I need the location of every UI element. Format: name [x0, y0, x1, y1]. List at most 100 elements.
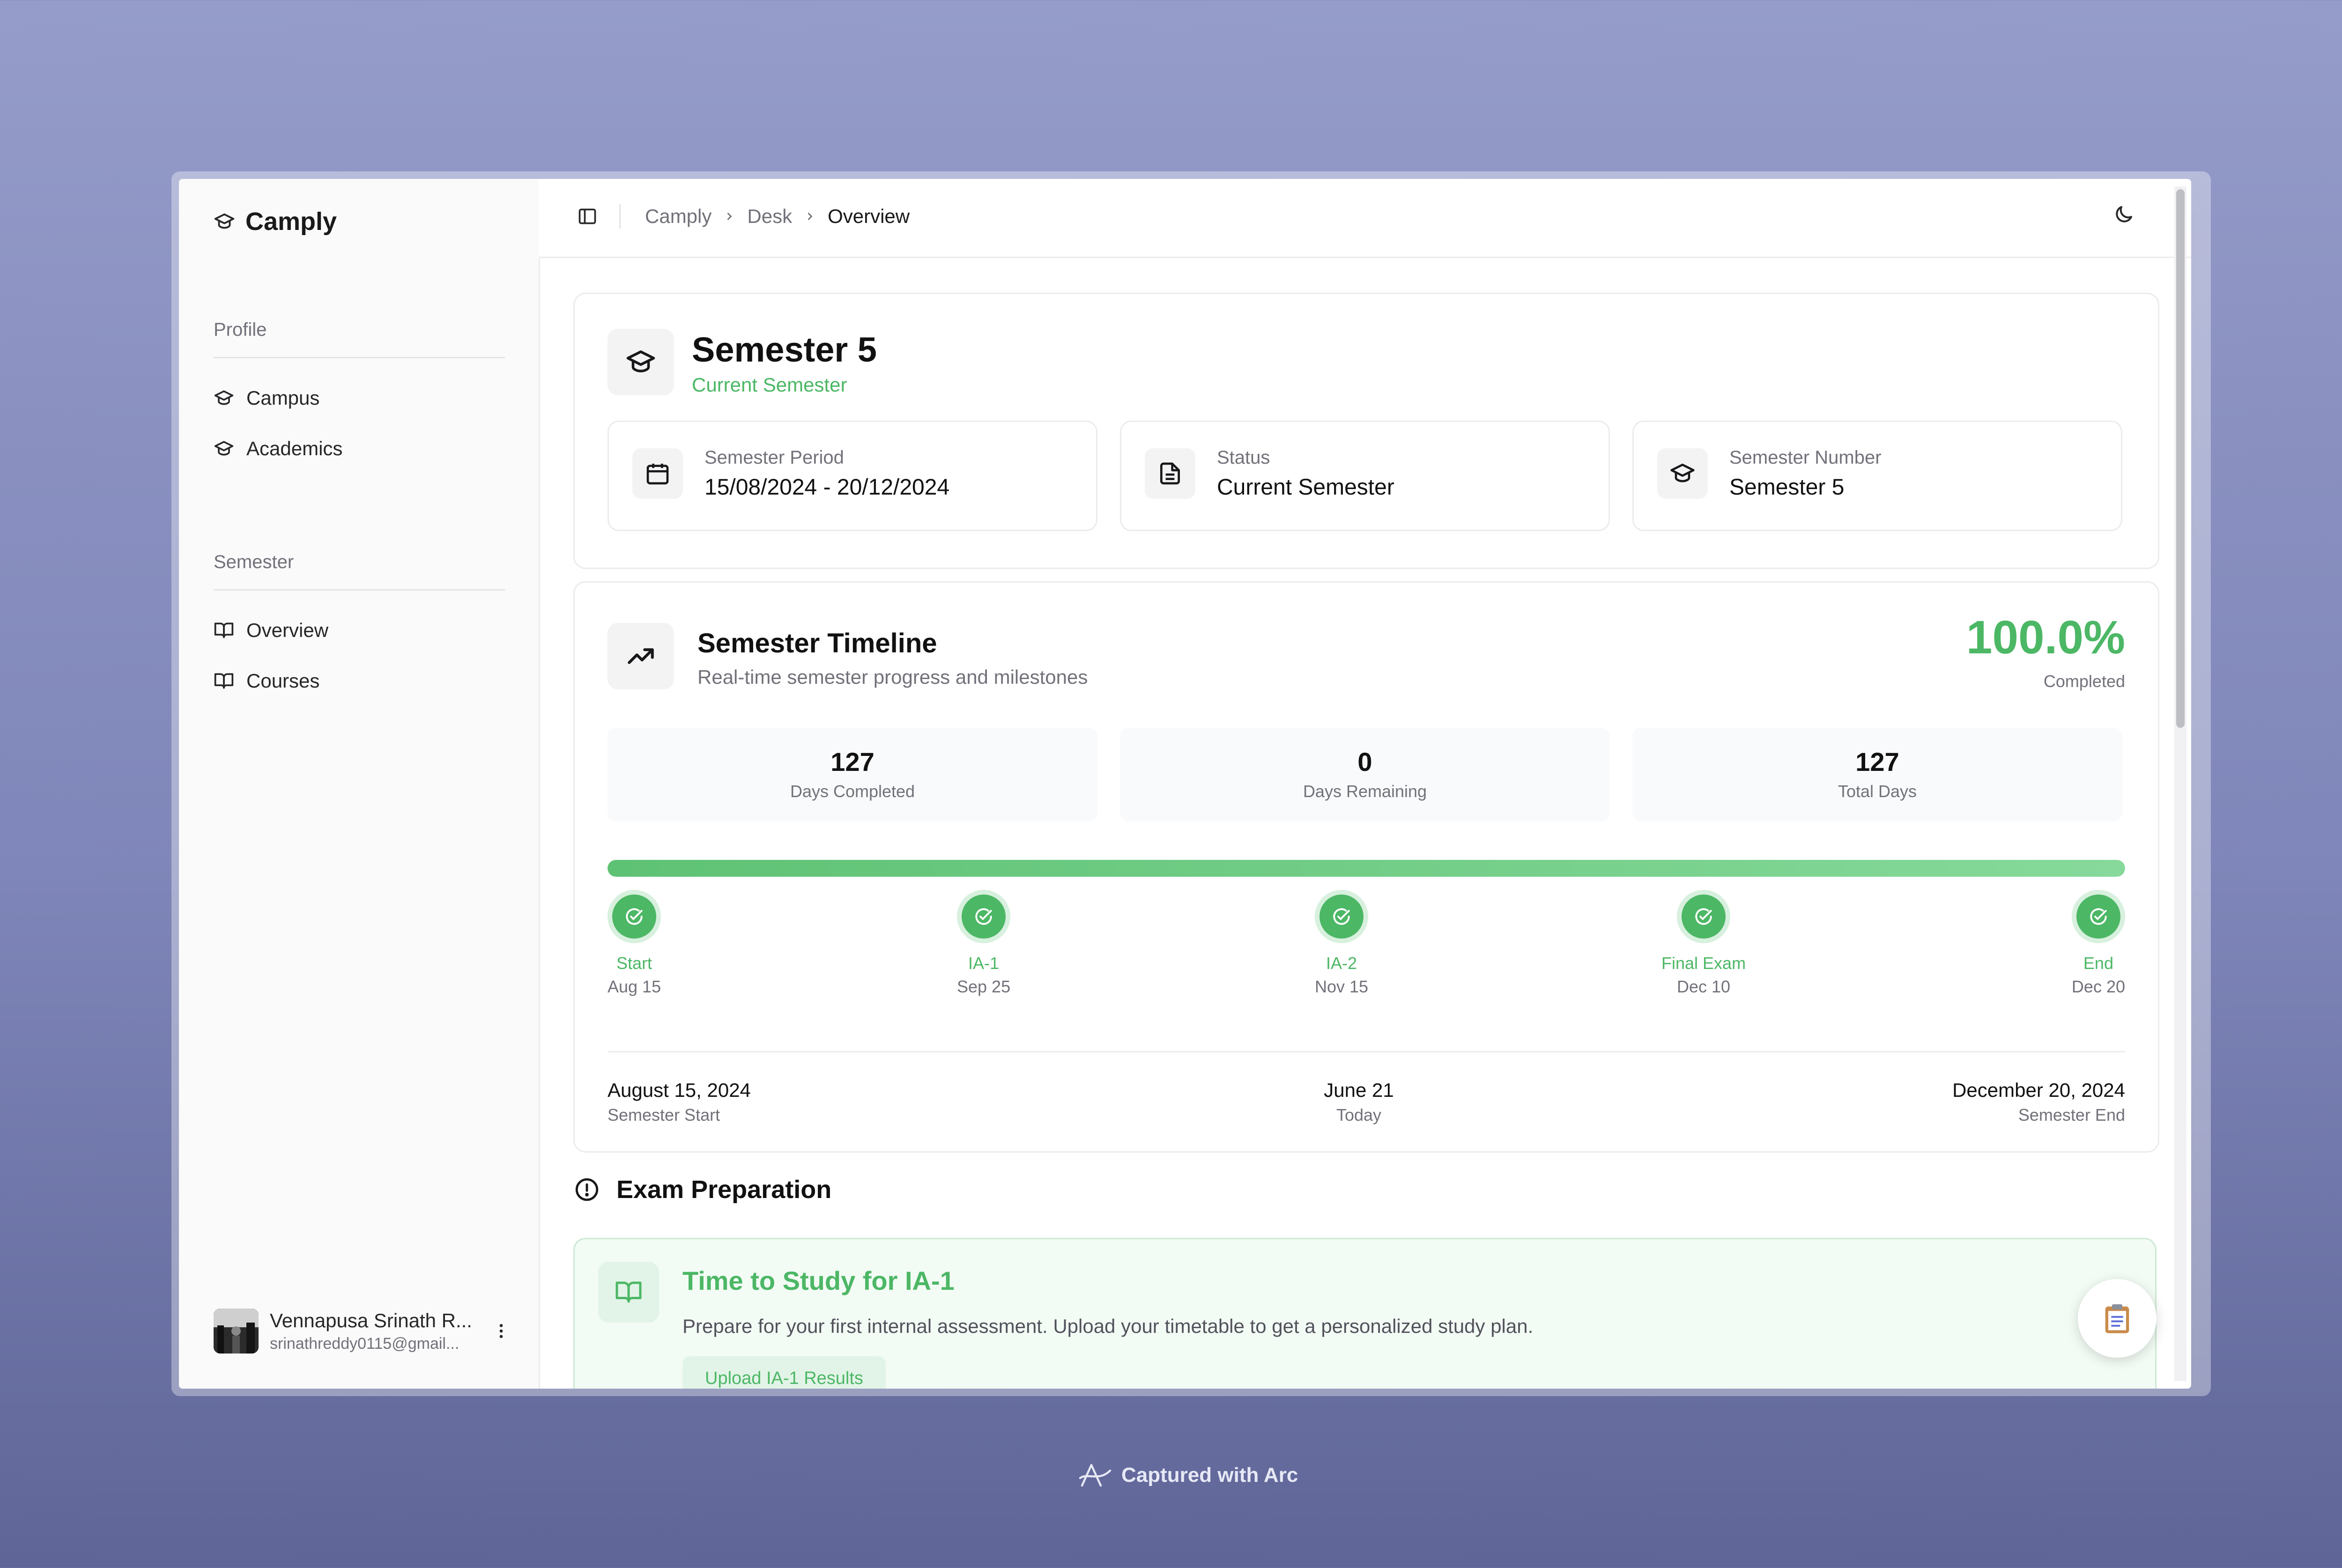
chevron-right-icon [803, 210, 816, 223]
section-label-semester: Semester [214, 552, 294, 572]
exam-preparation-title: Exam Preparation [616, 1176, 832, 1204]
semester-end-date: December 20, 2024 Semester End [1952, 1079, 2125, 1125]
milestone-start: Start Aug 15 [608, 895, 661, 997]
sidebar-item-label: Courses [246, 670, 320, 692]
avatar [214, 1309, 259, 1354]
timeline-subtitle: Real-time semester progress and mileston… [697, 666, 1088, 688]
stat-label: Total Days [1838, 782, 1917, 801]
study-title: Time to Study for IA-1 [682, 1266, 955, 1295]
date-value: December 20, 2024 [1952, 1079, 2125, 1101]
user-name: Vennapusa Srinath R... [270, 1309, 472, 1331]
arc-credit-text: Captured with Arc [1121, 1464, 1298, 1487]
app-window: Camply Profile Campus Academics Semester [179, 179, 2191, 1389]
section-divider [214, 357, 505, 358]
sidebar-toggle-icon[interactable] [577, 206, 598, 227]
timeline-icon-box [608, 623, 674, 689]
graduation-cap-icon [214, 211, 235, 232]
semester-title: Semester 5 [692, 330, 877, 369]
upload-results-button[interactable]: Upload IA-1 Results [682, 1356, 886, 1389]
more-vertical-icon[interactable] [492, 1322, 511, 1340]
calendar-icon [632, 448, 683, 499]
graduation-cap-icon [1657, 448, 1708, 499]
sidebar-item-overview[interactable]: Overview [214, 619, 328, 642]
progress-bar-fill [608, 860, 2125, 877]
book-open-icon [214, 620, 234, 641]
section-label-profile: Profile [214, 319, 267, 340]
info-card-number: Semester Number Semester 5 [1632, 421, 2122, 531]
breadcrumb-item-overview: Overview [828, 205, 910, 227]
milestone-end: End Dec 20 [2072, 895, 2125, 997]
milestone-ia1: IA-1 Sep 25 [957, 895, 1010, 997]
progress-percent-label: Completed [2043, 672, 2125, 691]
milestone-date: Aug 15 [608, 977, 661, 996]
brand-name: Camply [245, 207, 337, 236]
section-divider [214, 589, 505, 591]
exam-preparation-heading: Exam Preparation [573, 1175, 831, 1204]
clipboard-icon [2099, 1301, 2135, 1336]
sidebar-item-label: Academics [246, 437, 343, 459]
alert-circle-icon [573, 1176, 600, 1203]
info-card-status: Status Current Semester [1120, 421, 1610, 531]
document-icon [1145, 448, 1195, 499]
sidebar-item-academics[interactable]: Academics [214, 437, 342, 460]
milestone-date: Sep 25 [957, 977, 1011, 996]
book-open-icon [214, 671, 234, 691]
semester-start-date: August 15, 2024 Semester Start [608, 1079, 751, 1125]
chevron-right-icon [723, 210, 736, 223]
arc-logo-icon [1078, 1461, 1112, 1489]
breadcrumb-item-desk[interactable]: Desk [747, 205, 792, 228]
date-label: Semester End [2018, 1105, 2125, 1124]
info-value: Current Semester [1217, 475, 1394, 500]
stat-days-remaining: 0 Days Remaining [1120, 728, 1610, 821]
study-description: Prepare for your first internal assessme… [682, 1315, 1534, 1337]
date-label: Semester Start [608, 1105, 720, 1124]
scrollbar-thumb[interactable] [2176, 189, 2185, 728]
progress-bar [608, 860, 2125, 877]
milestone-label: IA-2 [1326, 954, 1357, 973]
check-circle-icon [1682, 895, 1726, 939]
today-date: June 21 Today [1289, 1079, 1429, 1125]
graduation-cap-icon [625, 347, 656, 377]
semester-subtitle: Current Semester [692, 374, 847, 396]
stat-label: Days Completed [790, 782, 915, 801]
user-email: srinathreddy0115@gmail... [270, 1334, 460, 1353]
info-label: Status [1217, 447, 1270, 468]
sidebar: Camply Profile Campus Academics Semester [179, 179, 540, 1389]
info-label: Semester Period [704, 447, 844, 468]
milestone-label: IA-1 [968, 954, 1000, 973]
milestone-date: Dec 10 [1676, 977, 1731, 996]
milestone-label: Final Exam [1661, 954, 1746, 973]
breadcrumb-item-camply[interactable]: Camply [645, 205, 711, 228]
breadcrumb: Camply Desk Overview [577, 204, 910, 229]
check-circle-icon [962, 895, 1006, 939]
check-circle-icon [2076, 895, 2120, 939]
date-value: June 21 [1324, 1079, 1394, 1101]
info-value: 15/08/2024 - 20/12/2024 [704, 475, 950, 500]
study-reminder-card: Time to Study for IA-1 Prepare for your … [573, 1238, 2157, 1389]
check-circle-icon [1319, 895, 1364, 939]
topbar: Camply Desk Overview [539, 179, 2191, 258]
sidebar-item-campus[interactable]: Campus [214, 387, 319, 409]
graduation-cap-icon [214, 438, 234, 459]
main-content: Semester 5 Current Semester Semester Per… [539, 258, 2191, 1389]
notes-fab[interactable] [2078, 1279, 2157, 1358]
arc-capture-credit: Captured with Arc [1078, 1461, 1298, 1489]
milestone-date: Dec 20 [2071, 977, 2125, 996]
sidebar-item-courses[interactable]: Courses [214, 670, 319, 692]
date-value: August 15, 2024 [608, 1079, 751, 1101]
moon-icon[interactable] [2112, 203, 2135, 226]
milestone-ia2: IA-2 Nov 15 [1315, 895, 1368, 997]
info-value: Semester 5 [1729, 475, 1845, 500]
book-open-icon [598, 1262, 659, 1323]
semester-card: Semester 5 Current Semester Semester Per… [573, 293, 2159, 569]
stat-total-days: 127 Total Days [1632, 728, 2122, 821]
stat-days-completed: 127 Days Completed [608, 728, 1097, 821]
progress-percent: 100.0% [1966, 611, 2125, 664]
milestone-label: Start [616, 954, 652, 973]
stat-value: 127 [1855, 747, 1899, 777]
user-profile[interactable]: Vennapusa Srinath R... srinathreddy0115@… [214, 1309, 511, 1354]
breadcrumb-divider [619, 204, 621, 229]
stat-value: 127 [830, 747, 875, 777]
brand[interactable]: Camply [214, 207, 337, 236]
timeline-title: Semester Timeline [697, 628, 937, 658]
